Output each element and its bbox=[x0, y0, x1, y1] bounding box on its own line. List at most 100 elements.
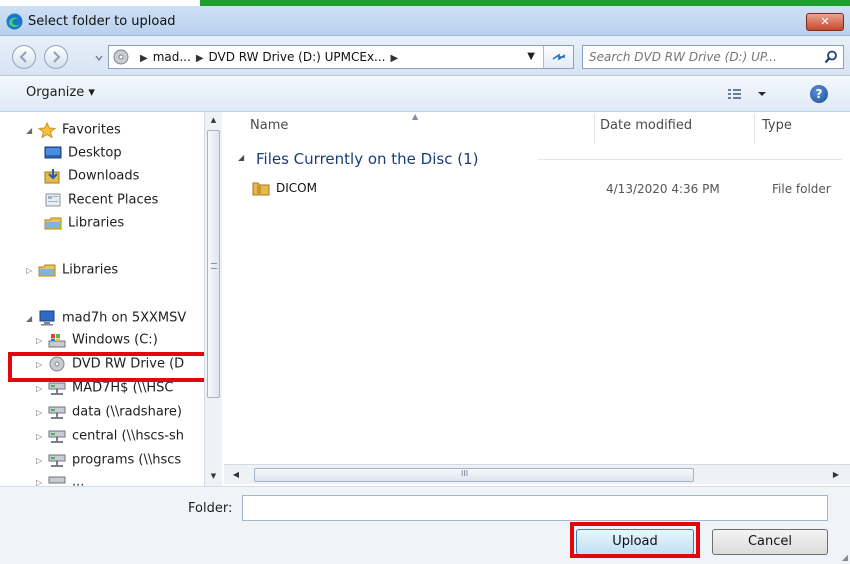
network-drive-icon bbox=[48, 406, 66, 419]
tree-item-label: Downloads bbox=[68, 168, 140, 184]
breadcrumb-user-folder[interactable]: mad... bbox=[153, 50, 191, 64]
breadcrumb-dvd-drive[interactable]: DVD RW Drive (D:) UPMCEx... bbox=[209, 50, 386, 64]
scrollbar-thumb[interactable] bbox=[207, 130, 220, 398]
tree-drive-label: programs (\\hscs bbox=[72, 452, 182, 468]
horizontal-scrollbar-thumb[interactable]: III bbox=[254, 468, 694, 482]
folder-field-label: Folder: bbox=[188, 501, 233, 516]
search-input[interactable] bbox=[589, 49, 815, 65]
help-button[interactable]: ? bbox=[810, 85, 828, 103]
column-header-date-modified[interactable]: Date modified bbox=[600, 118, 692, 133]
forward-button[interactable] bbox=[44, 45, 68, 69]
file-list-horizontal-scrollbar[interactable]: ◀ III ▶ bbox=[224, 464, 850, 484]
tree-drive-label: central (\\hscs-sh bbox=[72, 428, 185, 444]
column-header-type[interactable]: Type bbox=[762, 118, 792, 133]
address-bar[interactable]: ▶ mad... ▶ DVD RW Drive (D:) UPMCEx... ▶ ▼ bbox=[108, 45, 574, 69]
breadcrumb-separator-icon: ▶ bbox=[140, 53, 148, 64]
search-box[interactable] bbox=[582, 45, 844, 69]
tree-item-label: Desktop bbox=[68, 145, 122, 161]
scrollbar-grip-icon bbox=[211, 263, 217, 269]
column-header-name[interactable]: Name bbox=[250, 118, 288, 133]
network-drive-icon bbox=[48, 476, 66, 484]
search-icon[interactable] bbox=[824, 50, 838, 64]
tree-libraries[interactable]: ▷ Libraries bbox=[26, 262, 118, 284]
cancel-button[interactable]: Cancel bbox=[712, 529, 828, 555]
downloads-icon bbox=[44, 169, 60, 184]
tree-item-downloads[interactable]: Downloads bbox=[44, 168, 139, 190]
folder-input[interactable] bbox=[242, 495, 828, 521]
folder-icon bbox=[252, 182, 270, 196]
group-header[interactable]: ◢ Files Currently on the Disc (1) bbox=[238, 148, 842, 170]
scrollbar-grip-icon: III bbox=[461, 469, 469, 478]
tree-drive-label: Windows (C:) bbox=[72, 332, 158, 348]
network-drive-icon bbox=[48, 430, 66, 443]
collapsed-triangle-icon[interactable]: ▷ bbox=[26, 266, 38, 275]
group-title: Files Currently on the Disc (1) bbox=[256, 150, 479, 168]
tree-drive-network[interactable]: ▷ data (\\radshare) bbox=[36, 404, 182, 426]
file-date-modified: 4/13/2020 4:36 PM bbox=[606, 182, 720, 196]
address-dropdown-icon[interactable]: ▼ bbox=[527, 51, 535, 62]
column-divider[interactable] bbox=[594, 114, 595, 144]
tree-drive-network[interactable]: ▷ central (\\hscs-sh bbox=[36, 428, 184, 450]
close-button[interactable]: ✕ bbox=[806, 13, 844, 31]
dvd-drive-highlight bbox=[8, 352, 222, 382]
dialog-footer: Folder: Upload Cancel ◢ bbox=[0, 486, 850, 564]
tree-favorites-label: Favorites bbox=[62, 122, 121, 138]
tree-drive-network[interactable]: ▷ MAD7H$ (\\HSC bbox=[36, 380, 174, 402]
tree-drive-windows[interactable]: ▷ Windows (C:) bbox=[36, 332, 158, 354]
navigation-pane-scrollbar[interactable]: ▲ ▼ bbox=[204, 112, 222, 486]
dialog-titlebar: Select folder to upload ✕ bbox=[0, 6, 850, 36]
scroll-down-icon[interactable]: ▼ bbox=[205, 468, 222, 484]
breadcrumb-separator-icon: ▶ bbox=[390, 53, 399, 64]
collapsed-triangle-icon[interactable]: ▷ bbox=[36, 384, 48, 393]
tree-item-libraries-fav[interactable]: Libraries bbox=[44, 215, 124, 237]
file-row[interactable]: DICOM 4/13/2020 4:36 PM File folder bbox=[234, 176, 846, 200]
tree-drive-network[interactable]: ▷... bbox=[36, 474, 84, 487]
recent-places-icon bbox=[45, 193, 61, 207]
expanded-triangle-icon[interactable]: ◢ bbox=[26, 314, 38, 323]
file-type: File folder bbox=[772, 182, 831, 196]
dialog-title: Select folder to upload bbox=[28, 14, 176, 29]
breadcrumb-separator-icon: ▶ bbox=[195, 53, 204, 64]
group-divider-line bbox=[538, 159, 842, 160]
recent-locations-dropdown-icon[interactable] bbox=[94, 53, 104, 63]
expanded-triangle-icon[interactable]: ◢ bbox=[26, 126, 38, 135]
scroll-left-icon[interactable]: ◀ bbox=[228, 467, 244, 483]
tree-computer-label: mad7h on 5XXMSV bbox=[62, 310, 187, 326]
tree-libraries-label: Libraries bbox=[62, 262, 119, 278]
tree-computer[interactable]: ◢ mad7h on 5XXMSV bbox=[26, 310, 186, 332]
star-icon bbox=[38, 122, 56, 138]
group-collapse-icon[interactable]: ◢ bbox=[238, 153, 244, 162]
collapsed-triangle-icon[interactable]: ▷ bbox=[36, 336, 48, 345]
collapsed-triangle-icon[interactable]: ▷ bbox=[36, 408, 48, 417]
resize-grip-icon[interactable]: ◢ bbox=[842, 553, 848, 562]
tree-item-label: Libraries bbox=[68, 215, 125, 231]
collapsed-triangle-icon[interactable]: ▷ bbox=[36, 478, 48, 487]
libraries-icon bbox=[38, 264, 56, 277]
collapsed-triangle-icon[interactable]: ▷ bbox=[36, 432, 48, 441]
refresh-button[interactable] bbox=[543, 46, 573, 68]
back-button[interactable] bbox=[12, 45, 36, 69]
column-divider[interactable] bbox=[754, 114, 755, 144]
tree-item-desktop[interactable]: Desktop bbox=[44, 145, 122, 167]
collapsed-triangle-icon[interactable]: ▷ bbox=[36, 456, 48, 465]
tree-drive-network[interactable]: ▷ programs (\\hscs bbox=[36, 452, 181, 474]
tree-drive-label: data (\\radshare) bbox=[72, 404, 182, 420]
refresh-icon bbox=[552, 53, 566, 61]
tree-item-label: Recent Places bbox=[68, 192, 159, 208]
dvd-drive-icon bbox=[113, 49, 129, 65]
change-view-icon[interactable] bbox=[722, 84, 772, 104]
tree-favorites[interactable]: ◢ Favorites bbox=[26, 122, 121, 144]
computer-icon bbox=[39, 310, 55, 326]
scroll-up-icon[interactable]: ▲ bbox=[205, 112, 222, 128]
sort-ascending-icon: ▲ bbox=[412, 112, 419, 121]
scroll-right-icon[interactable]: ▶ bbox=[828, 467, 844, 483]
file-name: DICOM bbox=[276, 181, 317, 195]
network-drive-icon bbox=[48, 454, 66, 467]
tree-drive-label: MAD7H$ (\\HSC bbox=[72, 380, 174, 396]
organize-menu-button[interactable]: Organize ▾ bbox=[26, 85, 95, 100]
command-toolbar: Organize ▾ ? bbox=[0, 76, 850, 112]
navigation-bar: ▶ mad... ▶ DVD RW Drive (D:) UPMCEx... ▶ ▼ bbox=[0, 36, 850, 76]
tree-item-recent-places[interactable]: Recent Places bbox=[44, 192, 158, 214]
back-arrow-icon bbox=[19, 51, 27, 63]
libraries-icon bbox=[44, 217, 62, 230]
